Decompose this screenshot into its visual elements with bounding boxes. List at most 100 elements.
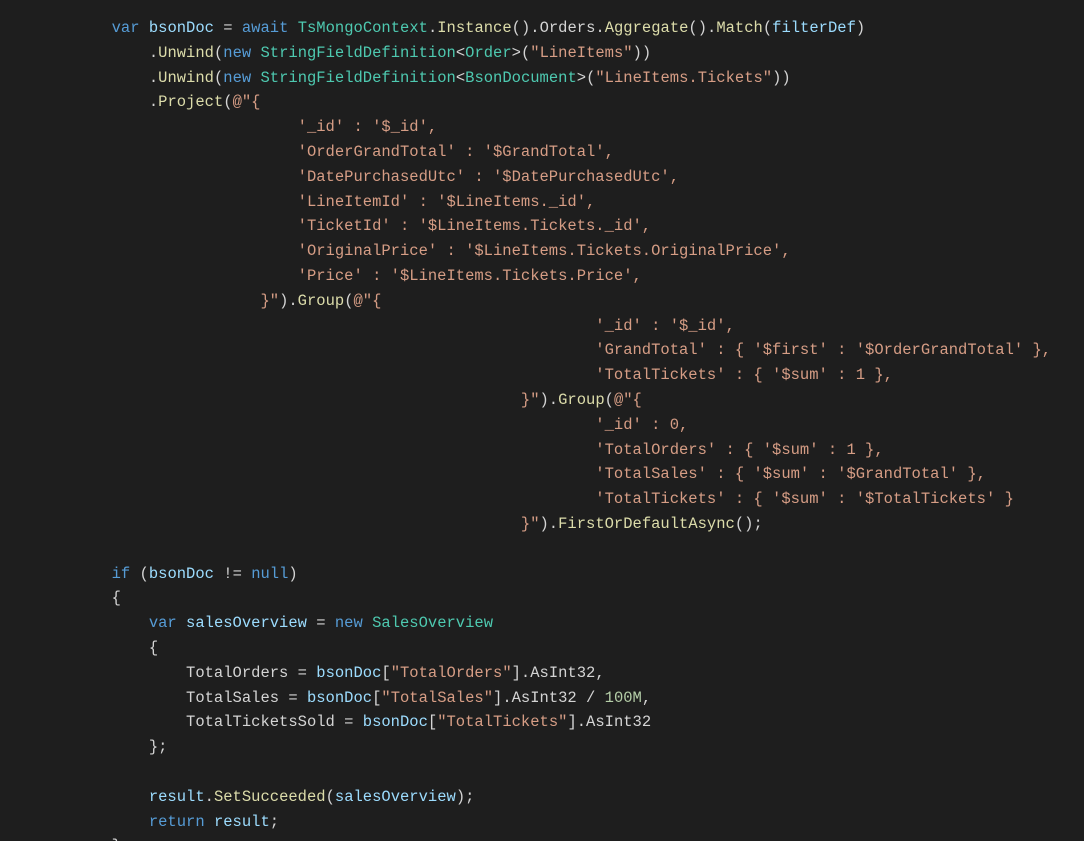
code-token-sp — [0, 217, 298, 235]
code-token-sp — [0, 813, 149, 831]
code-token-sp — [0, 416, 595, 434]
code-token-str: 'TotalTickets' : { '$sum' : 1 }, — [595, 366, 893, 384]
code-token-pl — [177, 614, 186, 632]
code-token-sp — [0, 441, 595, 459]
code-token-str: 'GrandTotal' : { '$first' : '$OrderGrand… — [595, 341, 1051, 359]
code-token-sp — [0, 93, 149, 111]
code-token-sp — [0, 242, 298, 260]
code-token-meth: Unwind — [158, 44, 214, 62]
code-token-num: 100M — [605, 689, 642, 707]
code-token-sp — [0, 837, 112, 841]
code-token-meth: Match — [716, 19, 763, 37]
code-token-loc: bsonDoc — [149, 565, 214, 583]
code-token-sp — [0, 317, 595, 335]
code-token-pl: ].AsInt32 / — [493, 689, 605, 707]
code-token-sp — [0, 168, 298, 186]
code-token-pl: ; — [270, 813, 279, 831]
code-token-pl: ); — [456, 788, 475, 806]
code-token-pl: = — [307, 614, 335, 632]
code-token-pl — [205, 813, 214, 831]
code-token-pl: >( — [512, 44, 531, 62]
code-token-type: SalesOverview — [372, 614, 493, 632]
code-token-sp — [0, 118, 298, 136]
code-token-sp — [0, 391, 521, 409]
code-token-type: TsMongoContext — [298, 19, 428, 37]
code-token-meth: Unwind — [158, 69, 214, 87]
code-token-str: 'TotalSales' : { '$sum' : '$GrandTotal' … — [595, 465, 986, 483]
code-token-str: "LineItems" — [530, 44, 632, 62]
code-token-pl: { — [149, 639, 158, 657]
code-token-pl: { — [112, 589, 121, 607]
code-token-sp — [0, 713, 186, 731]
code-token-pl: ( — [214, 44, 223, 62]
code-token-meth: Project — [158, 93, 223, 111]
code-token-loc: bsonDoc — [363, 713, 428, 731]
code-token-pl: . — [149, 69, 158, 87]
code-token-pl: (). — [688, 19, 716, 37]
code-token-sp — [0, 589, 112, 607]
code-token-pl: (); — [735, 515, 763, 533]
code-editor-content[interactable]: var bsonDoc = await TsMongoContext.Insta… — [0, 0, 1084, 841]
code-token-pl: != — [214, 565, 251, 583]
code-token-str: "LineItems.Tickets" — [595, 69, 772, 87]
code-token-pl: Orders. — [540, 19, 605, 37]
code-token-str: 'TicketId' : '$LineItems.Tickets._id', — [298, 217, 651, 235]
code-token-str: "TotalOrders" — [391, 664, 512, 682]
code-token-pl: } — [112, 837, 121, 841]
code-token-sp — [0, 267, 298, 285]
code-token-str: @"{ — [614, 391, 642, 409]
code-token-sp — [0, 565, 112, 583]
code-token-sp — [0, 788, 149, 806]
code-token-loc: salesOverview — [186, 614, 307, 632]
code-token-pl: . — [205, 788, 214, 806]
code-token-pl: < — [456, 44, 465, 62]
code-token-kw: null — [251, 565, 288, 583]
code-token-pl: )) — [772, 69, 791, 87]
code-token-pl: ( — [763, 19, 772, 37]
code-token-pl: ( — [344, 292, 353, 310]
code-token-sp — [0, 738, 149, 756]
code-token-sp — [0, 465, 595, 483]
code-token-sp — [0, 193, 298, 211]
code-token-pl: (). — [512, 19, 540, 37]
code-token-loc: result — [214, 813, 270, 831]
code-token-sp — [0, 366, 595, 384]
code-token-pl: ) — [288, 565, 297, 583]
code-token-pl: [ — [428, 713, 437, 731]
code-token-sp — [0, 341, 595, 359]
code-token-pl: ( — [130, 565, 149, 583]
code-token-str: 'LineItemId' : '$LineItems._id', — [298, 193, 596, 211]
code-token-loc: salesOverview — [335, 788, 456, 806]
code-token-pl: )) — [633, 44, 652, 62]
code-token-str: }" — [521, 391, 540, 409]
code-token-sp — [0, 639, 149, 657]
code-token-pl: . — [149, 44, 158, 62]
code-token-meth: Instance — [437, 19, 511, 37]
code-token-meth: Group — [558, 391, 605, 409]
code-token-pl: ). — [540, 391, 559, 409]
code-token-kw: new — [223, 44, 251, 62]
code-token-pl: TotalOrders = — [186, 664, 316, 682]
code-token-pl: ].AsInt32, — [512, 664, 605, 682]
code-token-pl: }; — [149, 738, 168, 756]
code-token-meth: FirstOrDefaultAsync — [558, 515, 735, 533]
code-token-pl: [ — [372, 689, 381, 707]
code-token-str: @"{ — [233, 93, 261, 111]
code-token-str: 'OrderGrandTotal' : '$GrandTotal', — [298, 143, 614, 161]
code-token-str: }" — [260, 292, 279, 310]
code-token-pl: , — [642, 689, 651, 707]
code-token-pl: . — [149, 93, 158, 111]
code-token-kw: if — [112, 565, 131, 583]
code-token-sp — [0, 69, 149, 87]
code-token-pl: TotalSales = — [186, 689, 307, 707]
code-token-sp — [0, 614, 149, 632]
code-token-str: }" — [521, 515, 540, 533]
code-token-kw: return — [149, 813, 205, 831]
code-token-str: 'OriginalPrice' : '$LineItems.Tickets.Or… — [298, 242, 791, 260]
code-token-pl — [288, 19, 297, 37]
code-token-type: BsonDocument — [465, 69, 577, 87]
code-token-str: 'TotalTickets' : { '$sum' : '$TotalTicke… — [595, 490, 1014, 508]
code-token-pl: TotalTicketsSold = — [186, 713, 363, 731]
code-token-pl: ( — [223, 93, 232, 111]
code-token-pl — [140, 19, 149, 37]
